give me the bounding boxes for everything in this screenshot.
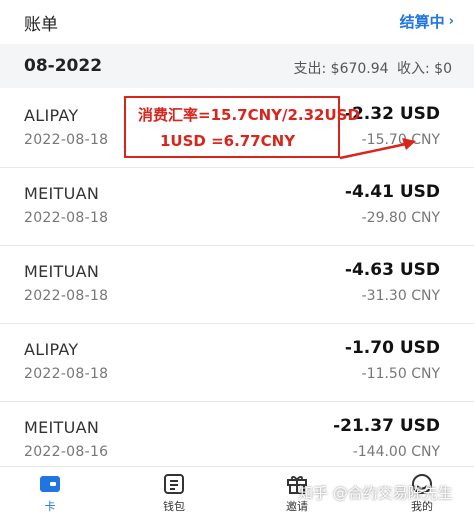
watermark-text: 知乎 @合约交易陈先生 [298, 484, 453, 502]
exchange-rate-annotation: 消费汇率=15.7CNY/2.32USD 1USD =6.77CNY [124, 96, 360, 158]
settling-status-link[interactable]: 结算中 › [400, 11, 454, 32]
amount-cny: -31.30 CNY [361, 288, 440, 304]
transaction-row[interactable]: MEITUAN 2022-08-18 -4.63 USD -31.30 CNY [0, 246, 474, 324]
income-total: 收入: $0 [397, 61, 452, 77]
card-icon [40, 476, 60, 492]
transaction-date: 2022-08-18 [24, 132, 109, 148]
header: 账单 结算中 › [0, 0, 474, 42]
transaction-row[interactable]: MEITUAN 2022-08-18 -4.41 USD -29.80 CNY [0, 168, 474, 246]
chevron-right-icon: › [448, 14, 454, 29]
transaction-date: 2022-08-16 [24, 444, 109, 460]
month-label: 08-2022 [24, 56, 103, 76]
settling-label: 结算中 [399, 13, 445, 31]
month-summary-bar: 08-2022 支出: $670.94 收入: $0 [0, 44, 474, 88]
tab-wallet-label: 钱包 [163, 500, 185, 513]
expense-total: 支出: $670.94 [293, 61, 389, 77]
amount-usd: -21.37 USD [333, 416, 440, 436]
annotation-arrow-icon [339, 138, 416, 160]
amount-usd: -1.70 USD [344, 338, 440, 358]
tab-card-label: 卡 [44, 500, 56, 513]
wallet-icon [164, 474, 184, 494]
amount-cny: -11.50 CNY [361, 366, 440, 382]
merchant-name: MEITUAN [24, 262, 100, 281]
amount-cny: -29.80 CNY [361, 210, 440, 226]
merchant-name: MEITUAN [24, 184, 100, 203]
tab-wallet[interactable]: 钱包 [144, 473, 204, 521]
merchant-name: MEITUAN [24, 418, 100, 437]
transaction-date: 2022-08-18 [24, 210, 109, 226]
page-title: 账单 [24, 15, 58, 35]
transaction-date: 2022-08-18 [24, 288, 109, 304]
tab-card[interactable]: 卡 [20, 473, 80, 521]
amount-cny: -144.00 CNY [352, 444, 440, 460]
transaction-date: 2022-08-18 [24, 366, 109, 382]
annotation-usd-cny-line: 1USD =6.77CNY [160, 132, 296, 150]
month-totals: 支出: $670.94 收入: $0 [290, 58, 453, 78]
transaction-row[interactable]: ALIPAY 2022-08-18 -1.70 USD -11.50 CNY [0, 324, 474, 402]
annotation-rate-line: 消费汇率=15.7CNY/2.32USD [138, 106, 360, 124]
merchant-name: ALIPAY [24, 106, 79, 125]
amount-usd: -4.41 USD [344, 182, 440, 202]
amount-usd: -4.63 USD [344, 260, 440, 280]
merchant-name: ALIPAY [24, 340, 79, 359]
